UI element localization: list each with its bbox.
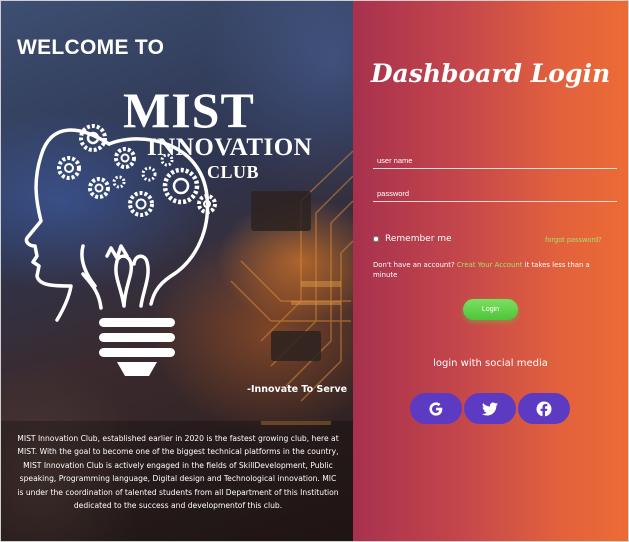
facebook-icon bbox=[536, 401, 552, 417]
password-input[interactable] bbox=[373, 186, 617, 202]
login-button[interactable]: Login bbox=[463, 299, 518, 320]
social-login-title: login with social media bbox=[433, 358, 548, 369]
club-description: MIST Innovation Club, established earlie… bbox=[17, 434, 339, 511]
twitter-login-button[interactable] bbox=[464, 393, 516, 424]
facebook-login-button[interactable] bbox=[518, 393, 570, 424]
logo-wordmark-club: CLUB bbox=[207, 162, 260, 182]
welcome-panel: WELCOME TO MIST INNOVATION CLUB -Innovat… bbox=[1, 1, 353, 541]
google-icon bbox=[429, 401, 443, 416]
remember-me-row: Remember me bbox=[373, 234, 452, 244]
club-tagline: -Innovate To Serve bbox=[247, 384, 348, 395]
remember-me-label: Remember me bbox=[385, 234, 452, 244]
login-panel: Dashboard Login Remember me forgot passw… bbox=[353, 1, 628, 541]
remember-me-checkbox[interactable] bbox=[373, 236, 379, 242]
welcome-heading: WELCOME TO bbox=[17, 36, 165, 59]
create-account-link[interactable]: Creat Your Account bbox=[457, 261, 523, 269]
username-input[interactable] bbox=[373, 153, 617, 169]
signup-prefix: Don't have an account? bbox=[373, 261, 455, 269]
logo-wordmark-mist: MIST bbox=[123, 82, 255, 138]
logo-wordmark-innovation: INNOVATION bbox=[147, 134, 313, 161]
google-login-button[interactable] bbox=[410, 393, 462, 424]
login-title: Dashboard Login bbox=[370, 59, 611, 88]
forgot-password-link[interactable]: forgot password? bbox=[545, 236, 602, 244]
twitter-icon bbox=[482, 402, 498, 415]
signup-prompt: Don't have an account? Creat Your Accoun… bbox=[373, 260, 605, 280]
page-frame: WELCOME TO MIST INNOVATION CLUB -Innovat… bbox=[0, 0, 629, 542]
